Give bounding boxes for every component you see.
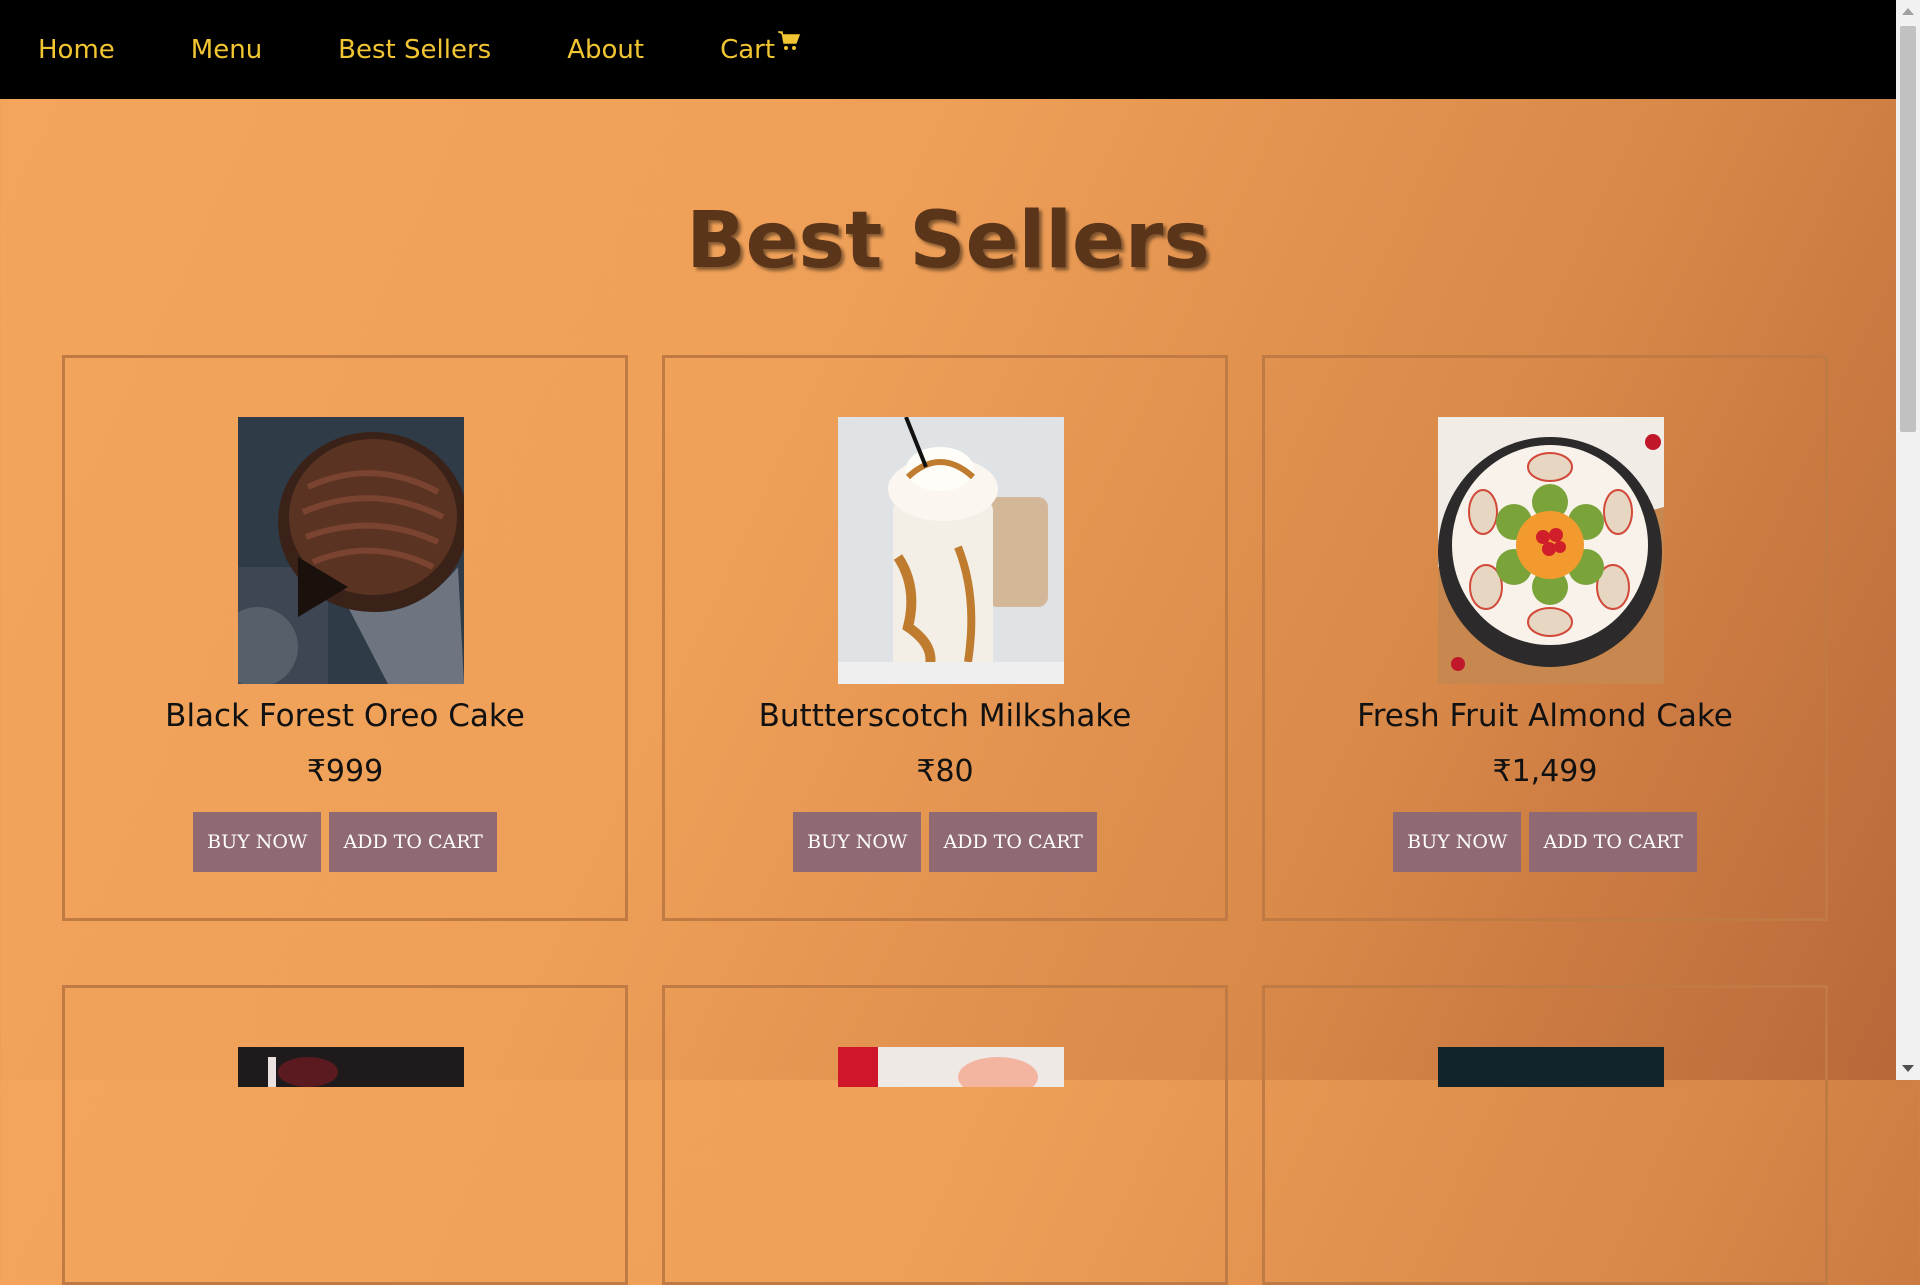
product-card: Fresh Fruit Almond Cake ₹1,499 BUY NOW A… [1262,355,1828,921]
product-image[interactable] [238,1047,464,1087]
product-name: Fresh Fruit Almond Cake [1357,698,1733,734]
product-price: ₹1,499 [1492,754,1598,789]
product-price: ₹999 [306,754,384,789]
add-to-cart-button[interactable]: ADD TO CART [929,812,1097,872]
scrollbar-thumb[interactable] [1900,26,1916,432]
nav-cart[interactable]: Cart [720,30,801,65]
product-card [662,985,1228,1285]
buy-now-button[interactable]: BUY NOW [193,812,322,872]
nav-best-sellers[interactable]: Best Sellers [338,35,491,65]
product-card [1262,985,1828,1285]
product-card [62,985,628,1285]
product-price: ₹80 [916,754,974,789]
product-card: Buttterscotch Milkshake ₹80 BUY NOW ADD … [662,355,1228,921]
product-image-fresh-fruit-almond-cake[interactable] [1438,417,1664,684]
cart-icon [778,30,801,50]
scroll-down-arrow-icon[interactable] [1902,1065,1914,1072]
product-name: Black Forest Oreo Cake [165,698,525,734]
product-image-butterscotch-milkshake[interactable] [838,417,1064,684]
add-to-cart-button[interactable]: ADD TO CART [1529,812,1697,872]
product-image-black-forest-oreo-cake[interactable] [238,417,464,684]
nav-cart-label: Cart [720,34,776,65]
nav-about[interactable]: About [567,35,644,65]
product-name: Buttterscotch Milkshake [758,698,1132,734]
top-navbar: Home Menu Best Sellers About Cart [0,0,1896,99]
product-image[interactable] [1438,1047,1664,1087]
product-image[interactable] [838,1047,1064,1087]
nav-home[interactable]: Home [38,35,115,65]
vertical-scrollbar[interactable] [1896,0,1920,1080]
scroll-up-arrow-icon[interactable] [1902,8,1914,15]
product-card: Black Forest Oreo Cake ₹999 BUY NOW ADD … [62,355,628,921]
buy-now-button[interactable]: BUY NOW [793,812,922,872]
add-to-cart-button[interactable]: ADD TO CART [329,812,497,872]
buy-now-button[interactable]: BUY NOW [1393,812,1522,872]
page-title: Best Sellers [686,196,1210,286]
nav-menu[interactable]: Menu [191,35,262,65]
